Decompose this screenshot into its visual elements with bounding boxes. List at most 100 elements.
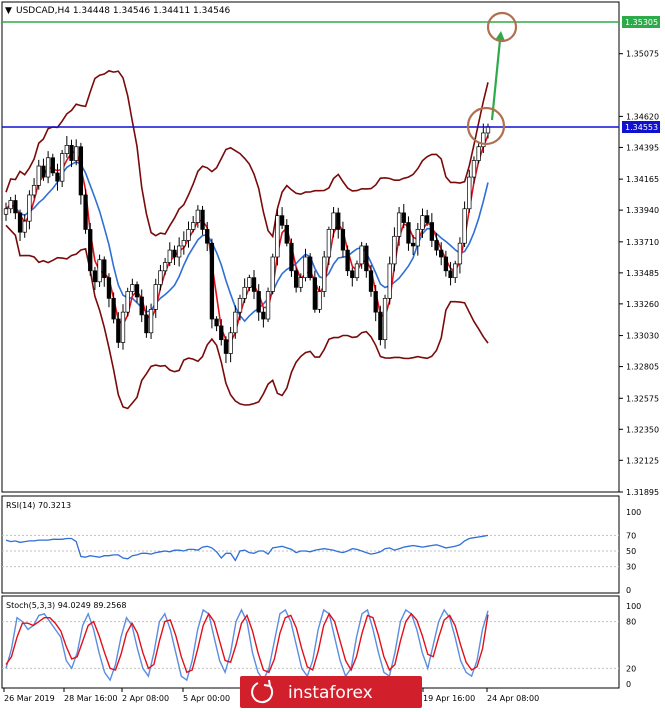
symbol-header: USDCAD,H4 1.34448 1.34546 1.34411 1.3454… <box>16 6 231 16</box>
candle-bear <box>92 270 98 283</box>
candle-bull <box>237 297 243 313</box>
candle-bear <box>378 311 383 341</box>
candle-bear <box>69 145 74 161</box>
candle-bear <box>443 256 449 272</box>
price-tick-label: 1.33485 <box>626 269 659 278</box>
candle-bull <box>453 263 458 279</box>
candle-bull <box>322 256 327 292</box>
candle-bear <box>406 222 411 244</box>
candle-bear <box>364 245 369 272</box>
candle-bear <box>144 314 149 334</box>
candle-bear <box>111 297 116 320</box>
candle-bull <box>354 263 360 279</box>
candle-bear <box>102 259 107 279</box>
candle-bull <box>74 146 79 161</box>
candle-bull <box>270 256 275 292</box>
candle-bull <box>387 263 392 299</box>
candle-bear <box>214 318 219 327</box>
candle-bull <box>181 240 186 247</box>
rsi-axis-label: 0 <box>626 586 631 595</box>
stoch-axis-label: 100 <box>626 602 641 611</box>
candle-bear <box>256 291 261 313</box>
price-tick-label: 1.32805 <box>626 363 659 372</box>
candle-bull <box>326 229 332 258</box>
candle-bull <box>97 259 102 283</box>
candle-bull <box>242 286 247 299</box>
candle-bull <box>265 291 271 320</box>
candle-bull <box>317 291 322 310</box>
rsi-axis-label: 50 <box>626 547 636 556</box>
candle-bear <box>172 249 177 258</box>
candle-bear <box>340 229 346 251</box>
stoch-axis-label: 80 <box>626 618 636 627</box>
candle-bear <box>293 270 299 288</box>
logo-mark-icon <box>251 679 274 704</box>
price-chart: ▼ USDCAD,H4 1.34448 1.34546 1.34411 1.34… <box>1 1 660 703</box>
candle-bear <box>78 146 84 196</box>
rsi-title: RSI(14) 70.3213 <box>6 501 71 510</box>
candle-bear <box>219 325 224 341</box>
candle-bear <box>429 222 434 241</box>
candle-bull <box>233 311 238 334</box>
candle-bear <box>106 277 112 299</box>
candle-bull <box>392 235 397 265</box>
candle-bear <box>308 256 313 279</box>
candle-bear <box>209 242 215 320</box>
candle-bear <box>345 249 350 272</box>
time-tick-label: 5 Apr 00:00 <box>183 694 230 703</box>
price-tick-label: 1.34165 <box>626 175 659 184</box>
candle-bull <box>415 229 420 247</box>
candle-bull <box>8 200 13 210</box>
candle-bear <box>88 229 93 272</box>
price-tick-label: 1.33940 <box>626 206 659 215</box>
candle-bear <box>205 229 210 244</box>
candle-bear <box>284 224 289 244</box>
candle-bull <box>247 277 252 288</box>
candle-bear <box>434 240 439 251</box>
candle-bull <box>331 212 336 230</box>
stoch-axis-label: 0 <box>626 680 631 689</box>
candle-bull <box>476 146 481 161</box>
candle-bull <box>158 270 163 285</box>
watermark-logo: instaforex <box>251 679 373 704</box>
time-tick-label: 19 Apr 16:00 <box>423 694 475 703</box>
rsi-axis: 100 70 50 30 0 <box>626 508 641 595</box>
candle-bull <box>27 194 32 222</box>
time-tick-label: 26 Mar 2019 <box>4 694 55 703</box>
candle-bull <box>64 145 69 154</box>
candle-bull <box>36 165 41 186</box>
stoch-axis: 100 80 20 0 <box>626 602 641 689</box>
price-tick-label: 1.33710 <box>626 238 659 247</box>
candle-bull <box>148 309 154 334</box>
green-level-label: 1.35305 <box>625 18 658 27</box>
rsi-axis-label: 70 <box>626 531 636 540</box>
candle-bear <box>368 270 374 292</box>
candle-bull <box>120 311 126 343</box>
candle-bull <box>167 249 172 263</box>
candle-bear <box>116 318 121 343</box>
candle-bull <box>382 297 388 341</box>
candle-bear <box>134 284 140 298</box>
candle-bull <box>176 245 182 258</box>
candle-bear <box>13 200 18 214</box>
candle-bull <box>467 176 472 210</box>
candle-bear <box>279 215 285 226</box>
candle-bull <box>45 157 51 178</box>
candle-bear <box>50 157 55 174</box>
main-panel <box>1 1 620 493</box>
stoch-title: Stoch(5,3,3) 94.0249 89.2568 <box>6 601 126 610</box>
watermark-text: instaforex <box>288 683 373 703</box>
candle-bull <box>153 284 158 310</box>
time-tick-label: 2 Apr 08:00 <box>122 694 169 703</box>
candle-bull <box>457 242 463 265</box>
candle-bull <box>191 222 196 230</box>
price-tick-label: 1.33030 <box>626 332 659 341</box>
candle-bear <box>425 215 430 223</box>
candle-bull <box>125 291 130 313</box>
instaforex-watermark: instaforex <box>240 676 422 708</box>
rsi-axis-label: 30 <box>626 563 636 572</box>
candle-bull <box>359 245 364 265</box>
candle-bear <box>55 172 60 182</box>
candle-bull <box>130 284 135 292</box>
candle-bear <box>289 242 294 272</box>
